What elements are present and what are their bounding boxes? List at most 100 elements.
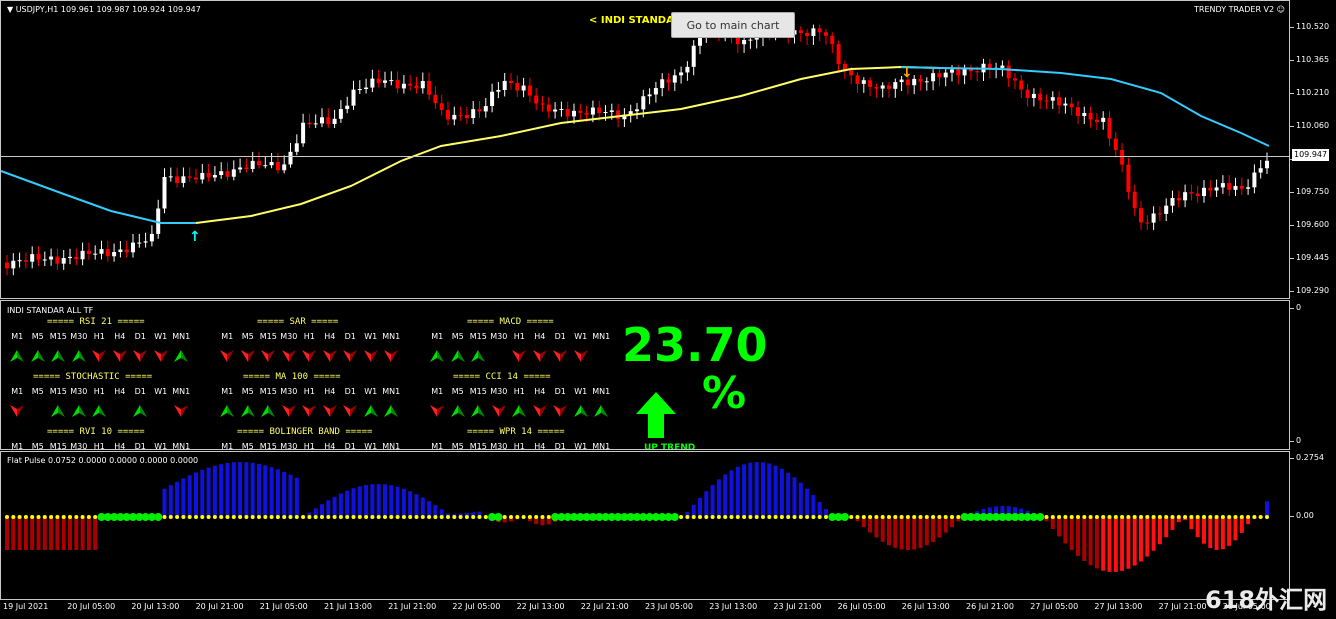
zero-dot xyxy=(68,515,72,519)
candle-body xyxy=(86,250,91,254)
candlestick-chart: ↑↓ xyxy=(1,18,1270,276)
zero-dot xyxy=(420,515,425,519)
candle-body xyxy=(1139,208,1143,223)
candle-body xyxy=(433,94,438,104)
timeframe-label: M30 xyxy=(490,332,508,341)
timeframe-label: M1 xyxy=(11,332,24,341)
histogram-bar xyxy=(427,501,432,517)
panel-scale-top: 0 xyxy=(1289,303,1302,312)
candle-body xyxy=(1227,183,1232,190)
candle-body xyxy=(1214,187,1219,191)
time-label: 26 Jul 05:00 xyxy=(837,602,886,611)
histogram-bar xyxy=(11,517,16,550)
candle-body xyxy=(1013,78,1017,81)
timeframe-row: M1 M5 M15 M30 H1 H4 D1 W1 MN1 xyxy=(217,442,402,450)
histogram-bar xyxy=(168,485,173,517)
zero-dot xyxy=(742,515,747,519)
histogram-bar xyxy=(351,488,356,517)
candle-body xyxy=(118,249,123,253)
timeframe-label: H4 xyxy=(114,332,126,341)
histogram-bar xyxy=(1145,517,1150,557)
histogram-bar xyxy=(370,484,375,517)
histogram-bar xyxy=(1265,501,1269,517)
candle-body xyxy=(502,80,507,90)
bull-arrow-icon xyxy=(7,347,28,362)
timeframe-label: W1 xyxy=(574,332,588,341)
timeframe-label: MN1 xyxy=(172,332,191,341)
histogram-bar xyxy=(931,517,936,542)
candle-body xyxy=(458,114,463,116)
zero-dot xyxy=(1157,515,1162,519)
timeframe-label: M5 xyxy=(31,387,44,396)
candle-body xyxy=(590,107,595,115)
time-label: 22 Jul 21:00 xyxy=(580,602,629,611)
zero-dot xyxy=(698,515,702,519)
bull-arrow-icon xyxy=(448,402,469,417)
zero-dot xyxy=(887,515,891,519)
zero-dot xyxy=(294,515,299,519)
histogram-bar xyxy=(817,501,822,517)
histogram-bar xyxy=(1076,517,1080,556)
timeframe-label: H1 xyxy=(303,442,315,450)
price-chart-pane[interactable]: ↑ ↓ ▼ USDJPY,H1 109.961 109.987 109.924 1… xyxy=(0,0,1290,299)
histogram-bar xyxy=(401,488,406,517)
indicator-group-label: ===== RVI 10 ===== xyxy=(47,427,145,437)
time-label: 26 Jul 21:00 xyxy=(966,602,1014,611)
timeframe-label: H4 xyxy=(114,442,126,450)
timeframe-row: M1 M5 M15 M30 H1 H4 D1 W1 MN1 xyxy=(7,442,192,450)
histogram-bar xyxy=(943,517,948,533)
zero-dot xyxy=(376,515,381,519)
histogram-bar xyxy=(376,484,381,517)
bull-arrow-icon xyxy=(130,402,151,417)
time-label: 20 Jul 13:00 xyxy=(131,602,180,611)
zero-dot xyxy=(540,515,545,519)
bear-arrow-icon xyxy=(571,347,592,362)
histogram-bar xyxy=(30,517,35,550)
bull-arrow-icon xyxy=(361,402,382,417)
time-axis[interactable]: 19 Jul 2021 20 Jul 05:00 20 Jul 13:00 20 Ju… xyxy=(0,600,1336,619)
candle-body xyxy=(131,242,135,253)
time-label: 21 Jul 05:00 xyxy=(259,602,308,611)
candle-body xyxy=(1145,222,1150,224)
zero-dot xyxy=(521,515,526,519)
price-label: 110.520 xyxy=(1289,22,1330,31)
zero-dot xyxy=(269,515,274,519)
candle-body xyxy=(546,104,551,112)
go-to-main-chart-tooltip[interactable]: Go to main chart xyxy=(671,12,795,38)
candle-body xyxy=(168,176,173,178)
zero-dot xyxy=(905,515,910,519)
timeframe-label: W1 xyxy=(154,387,168,396)
indicator-group-label: ===== WPR 14 ===== xyxy=(467,427,565,437)
candle-body xyxy=(175,176,180,183)
bear-arrow-icon xyxy=(130,347,151,362)
timeframe-label: D1 xyxy=(344,442,356,450)
time-label: 20 Jul 05:00 xyxy=(67,602,116,611)
timeframe-label: M30 xyxy=(490,387,508,396)
histogram-bar xyxy=(269,467,274,517)
zero-dot xyxy=(1239,515,1244,519)
timeframe-label: D1 xyxy=(554,387,566,396)
symbol-menu-icon[interactable]: ▼ xyxy=(7,5,16,14)
candle-body xyxy=(578,110,583,113)
candle-body xyxy=(559,108,564,110)
bear-arrow-icon xyxy=(340,347,361,362)
timeframe-label: M15 xyxy=(259,332,277,341)
candle-body xyxy=(471,109,476,119)
timeframe-label: D1 xyxy=(134,332,146,341)
timeframe-label: M30 xyxy=(70,442,88,450)
timeframe-label: D1 xyxy=(344,387,356,396)
histogram-bar xyxy=(754,462,759,517)
price-label: 109.445 xyxy=(1289,253,1330,262)
histogram-bar xyxy=(1082,517,1087,561)
timeframe-label: W1 xyxy=(574,442,588,450)
bear-arrow-icon xyxy=(110,347,131,362)
zero-dot xyxy=(1202,515,1206,519)
candle-body xyxy=(893,82,898,89)
timeframe-row: M1 M5 M15 M30 H1 H4 D1 W1 MN1 xyxy=(7,387,192,396)
timeframe-label: M1 xyxy=(431,387,444,396)
empty-signal xyxy=(489,350,510,362)
zero-dot xyxy=(61,515,66,519)
histogram-bar xyxy=(1151,517,1156,551)
flat-pulse-pane[interactable]: Flat Pulse 0.0752 0.0000 0.0000 0.0000 0… xyxy=(0,451,1290,600)
zero-dot xyxy=(1139,515,1143,519)
